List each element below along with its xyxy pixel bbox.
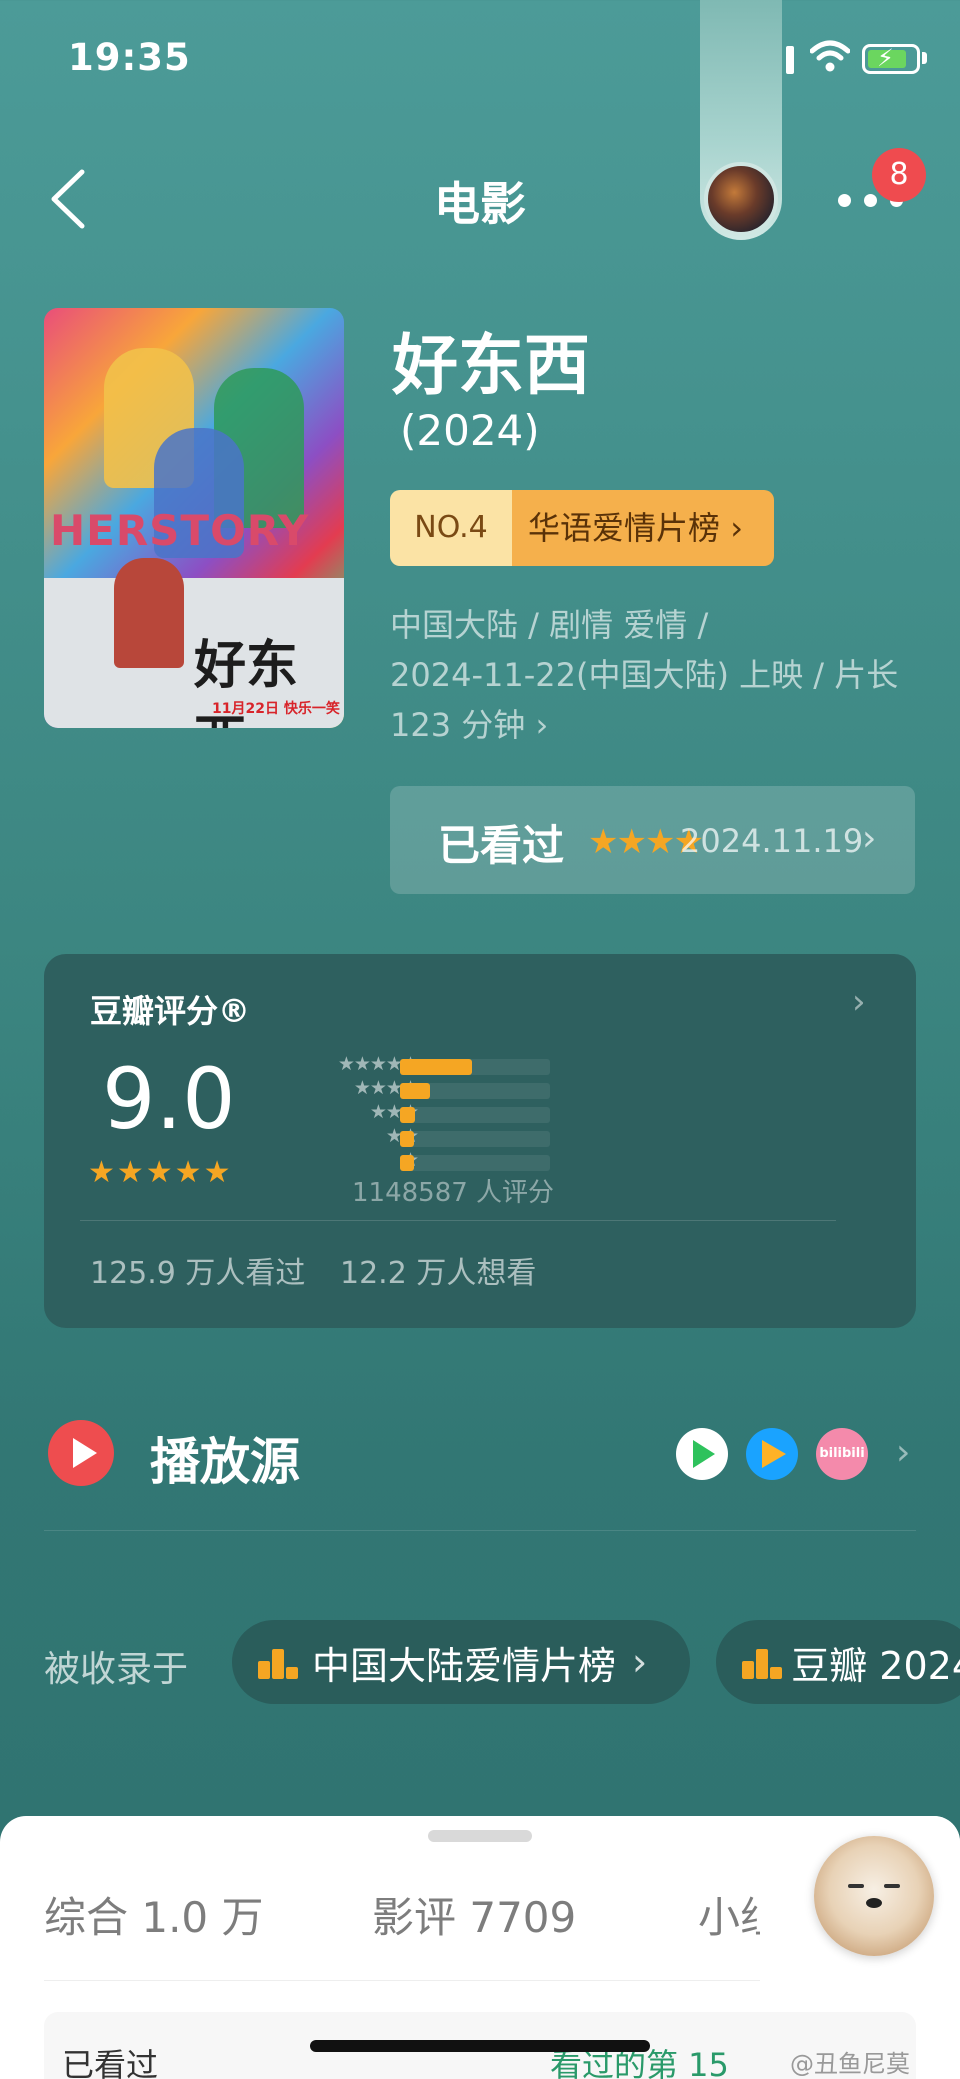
- chevron-right-icon: ›: [862, 818, 877, 859]
- tab-overview[interactable]: 综合 1.0 万: [44, 1884, 264, 1945]
- home-indicator[interactable]: [310, 2040, 650, 2052]
- watermark: @丑鱼尼莫: [790, 2050, 910, 2078]
- poster-herstory-text: HERSTORY: [50, 506, 310, 555]
- meta-line-1: 中国大陆 / 剧情 爱情 /: [390, 606, 709, 644]
- rating-bar-1: [400, 1155, 414, 1171]
- meta-line-3: 123 分钟 ›: [390, 706, 549, 744]
- rating-distribution: ★★★★★ ★★★★ ★★★ ★★ ★: [280, 1053, 550, 1175]
- tencent-video-icon[interactable]: [746, 1428, 798, 1480]
- play-source-title[interactable]: 播放源: [150, 1422, 300, 1494]
- movie-title: 好东西: [392, 327, 590, 404]
- iqiyi-icon[interactable]: [676, 1428, 728, 1480]
- tab-reviews[interactable]: 影评 7709: [372, 1884, 576, 1945]
- watched-count[interactable]: 125.9 万人看过: [90, 1248, 305, 1292]
- podium-icon: [742, 1645, 782, 1679]
- podium-icon: [258, 1645, 298, 1679]
- movie-meta[interactable]: 中国大陆 / 剧情 爱情 / 2024-11-22(中国大陆) 上映 / 片长 …: [390, 600, 930, 750]
- rating-bar-2: [400, 1131, 414, 1147]
- page-title: 电影: [434, 177, 526, 231]
- movie-year: (2024): [400, 406, 540, 455]
- divider: [80, 1220, 836, 1221]
- rating-score: 9.0: [102, 1050, 236, 1148]
- play-icon[interactable]: [48, 1420, 114, 1486]
- battery-tip: [922, 52, 927, 64]
- rating-row-2: ★★: [280, 1125, 550, 1151]
- rank-number: NO.4: [390, 490, 512, 566]
- sheet-drag-handle[interactable]: [428, 1830, 532, 1842]
- dog-avatar-button[interactable]: [814, 1836, 934, 1956]
- meta-line-2: 2024-11-22(中国大陆) 上映 / 片长: [390, 656, 899, 694]
- rating-row-4: ★★★★: [280, 1077, 550, 1103]
- sheet-watched: 已看过: [62, 2046, 159, 2079]
- status-time: 19:35: [68, 36, 191, 79]
- collections-label: 被收录于: [44, 1649, 189, 1690]
- rating-count: 1148587 人评分: [352, 1178, 555, 1208]
- watched-date: 2024.11.19: [680, 822, 864, 860]
- movie-poster[interactable]: HERSTORY 好东西 11月22日 快乐一笑: [44, 308, 344, 728]
- rating-bar-4: [400, 1083, 430, 1099]
- chevron-right-icon[interactable]: ›: [896, 1432, 910, 1473]
- collection-chip[interactable]: 中国大陆爱情片榜 ›: [232, 1620, 690, 1704]
- rating-row-5: ★★★★★: [280, 1053, 550, 1079]
- want-count[interactable]: 12.2 万人想看: [340, 1248, 536, 1292]
- rating-label: 豆瓣评分®: [90, 992, 251, 1030]
- wifi-icon: [810, 40, 850, 72]
- notification-badge: 8: [872, 148, 926, 202]
- battery-icon: ⚡: [862, 44, 920, 74]
- floating-avatar[interactable]: [704, 162, 778, 236]
- divider: [44, 1530, 916, 1531]
- rating-stars: ★★★★★: [88, 1155, 233, 1190]
- poster-release-banner: 11月22日 快乐一笑: [212, 701, 340, 717]
- chevron-right-icon: ›: [852, 982, 866, 1022]
- rating-bar-5: [400, 1059, 472, 1075]
- rating-row-3: ★★★: [280, 1101, 550, 1127]
- rank-list-name: 华语爱情片榜 ›: [512, 490, 774, 566]
- collection-chip[interactable]: 豆瓣 2024: [716, 1620, 960, 1704]
- rating-bar-3: [400, 1107, 415, 1123]
- bilibili-icon[interactable]: bilibili: [816, 1428, 868, 1480]
- watched-label: 已看过: [438, 821, 565, 870]
- rank-badge[interactable]: NO.4 华语爱情片榜 ›: [390, 490, 774, 566]
